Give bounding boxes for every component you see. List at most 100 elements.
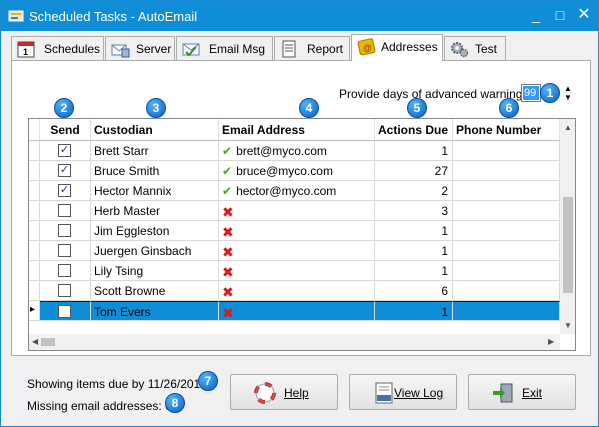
column-header-custodian[interactable]: Custodian [91,119,219,141]
phone-cell[interactable] [453,261,560,281]
tab-report[interactable]: Report [274,36,350,60]
email-cell[interactable]: ✔ bruce@myco.com [219,161,375,181]
send-cell[interactable]: ✓ [40,161,91,181]
table-row[interactable]: ✓ Hector Mannix ✔ hector@myco.com 2 [29,181,560,201]
send-cell[interactable]: ✓ [40,141,91,161]
custodian-cell[interactable]: Scott Browne [91,281,219,301]
actions-due-cell[interactable]: 1 [375,221,453,241]
actions-due-cell[interactable]: 27 [375,161,453,181]
row-header[interactable] [29,221,40,241]
spin-down-icon[interactable]: ▼ [561,93,575,102]
table-row[interactable]: Jim Eggleston ✖ 1 [29,221,560,241]
column-header-send[interactable]: Send [40,119,91,141]
table-row[interactable]: Juergen Ginsbach ✖ 1 [29,241,560,261]
send-cell[interactable] [40,261,91,281]
table-row[interactable]: ✓ Bruce Smith ✔ bruce@myco.com 27 [29,161,560,181]
phone-cell[interactable] [453,281,560,301]
view-log-button[interactable]: View Log [349,374,457,410]
custodian-cell[interactable]: Herb Master [91,201,219,221]
custodian-cell[interactable]: Hector Mannix [91,181,219,201]
spin-up-icon[interactable]: ▲ [561,84,575,93]
actions-due-cell[interactable]: 2 [375,181,453,201]
send-cell[interactable] [40,201,91,221]
email-cell[interactable]: ✖ [219,241,375,261]
email-cell[interactable]: ✖ [219,201,375,221]
close-button[interactable]: ✕ [573,5,595,25]
send-cell[interactable] [40,241,91,261]
horizontal-scrollbar[interactable]: ◀ ▶ [29,334,560,350]
phone-cell[interactable] [453,141,560,161]
warning-days-input[interactable]: 99 [521,84,541,102]
custodian-cell[interactable]: Tom Evers [91,301,219,321]
scroll-thumb[interactable] [41,338,55,346]
send-checkbox[interactable] [58,204,71,217]
custodian-cell[interactable]: Lily Tsing [91,261,219,281]
row-header[interactable] [29,281,40,301]
table-row[interactable]: Scott Browne ✖ 6 [29,281,560,301]
custodian-grid[interactable]: Send Custodian Email Address Actions Due… [28,118,576,351]
row-header[interactable]: ▸ [29,301,40,321]
send-checkbox[interactable] [58,305,71,318]
table-row[interactable]: Herb Master ✖ 3 [29,201,560,221]
send-checkbox[interactable] [58,284,71,297]
row-header[interactable] [29,141,40,161]
send-checkbox[interactable]: ✓ [58,144,71,157]
column-header-actions-due[interactable]: Actions Due [375,119,453,141]
scroll-left-icon[interactable]: ◀ [32,337,38,346]
tab-test[interactable]: Test [444,36,506,60]
send-cell[interactable] [40,221,91,241]
row-header[interactable] [29,181,40,201]
table-row[interactable]: ✓ Brett Starr ✔ brett@myco.com 1 [29,141,560,161]
scroll-thumb[interactable] [563,197,573,293]
help-button[interactable]: Help [230,374,338,410]
exit-button[interactable]: Exit [468,374,576,410]
send-checkbox[interactable]: ✓ [58,164,71,177]
custodian-cell[interactable]: Jim Eggleston [91,221,219,241]
row-header[interactable] [29,201,40,221]
maximize-button[interactable]: □ [549,5,571,25]
minimize-button[interactable]: _ [525,5,547,25]
send-checkbox[interactable]: ✓ [58,184,71,197]
actions-due-cell[interactable]: 1 [375,141,453,161]
tab-email-msg[interactable]: Email Msg [176,36,273,60]
send-cell[interactable] [40,281,91,301]
actions-due-cell[interactable]: 1 [375,301,453,321]
phone-cell[interactable] [453,181,560,201]
email-cell[interactable]: ✔ hector@myco.com [219,181,375,201]
phone-cell[interactable] [453,161,560,181]
phone-cell[interactable] [453,301,560,321]
email-cell[interactable]: ✖ [219,261,375,281]
actions-due-cell[interactable]: 3 [375,201,453,221]
custodian-cell[interactable]: Brett Starr [91,141,219,161]
send-cell[interactable]: ✓ [40,181,91,201]
send-checkbox[interactable] [58,224,71,237]
column-header-phone[interactable]: Phone Number [453,119,560,141]
custodian-cell[interactable]: Juergen Ginsbach [91,241,219,261]
actions-due-cell[interactable]: 1 [375,241,453,261]
email-cell[interactable]: ✖ [219,281,375,301]
send-cell[interactable] [40,301,91,321]
warning-days-spinner[interactable]: ▲ ▼ [561,84,575,104]
send-checkbox[interactable] [58,264,71,277]
table-row[interactable]: Lily Tsing ✖ 1 [29,261,560,281]
scroll-right-icon[interactable]: ▶ [548,337,554,346]
tab-addresses[interactable]: @ Addresses [351,34,443,61]
email-cell[interactable]: ✔ brett@myco.com [219,141,375,161]
vertical-scrollbar[interactable]: ▲ ▼ [560,119,575,334]
phone-cell[interactable] [453,221,560,241]
tab-server[interactable]: Server [105,36,175,60]
row-header[interactable] [29,241,40,261]
column-header-email[interactable]: Email Address [219,119,375,141]
actions-due-cell[interactable]: 1 [375,261,453,281]
actions-due-cell[interactable]: 6 [375,281,453,301]
phone-cell[interactable] [453,201,560,221]
row-header[interactable] [29,161,40,181]
table-row[interactable]: ▸ Tom Evers ✖ 1 [29,301,560,321]
custodian-cell[interactable]: Bruce Smith [91,161,219,181]
phone-cell[interactable] [453,241,560,261]
row-header[interactable] [29,261,40,281]
email-cell[interactable]: ✖ [219,301,375,321]
scroll-down-icon[interactable]: ▼ [564,321,572,330]
scroll-up-icon[interactable]: ▲ [564,123,572,132]
send-checkbox[interactable] [58,244,71,257]
